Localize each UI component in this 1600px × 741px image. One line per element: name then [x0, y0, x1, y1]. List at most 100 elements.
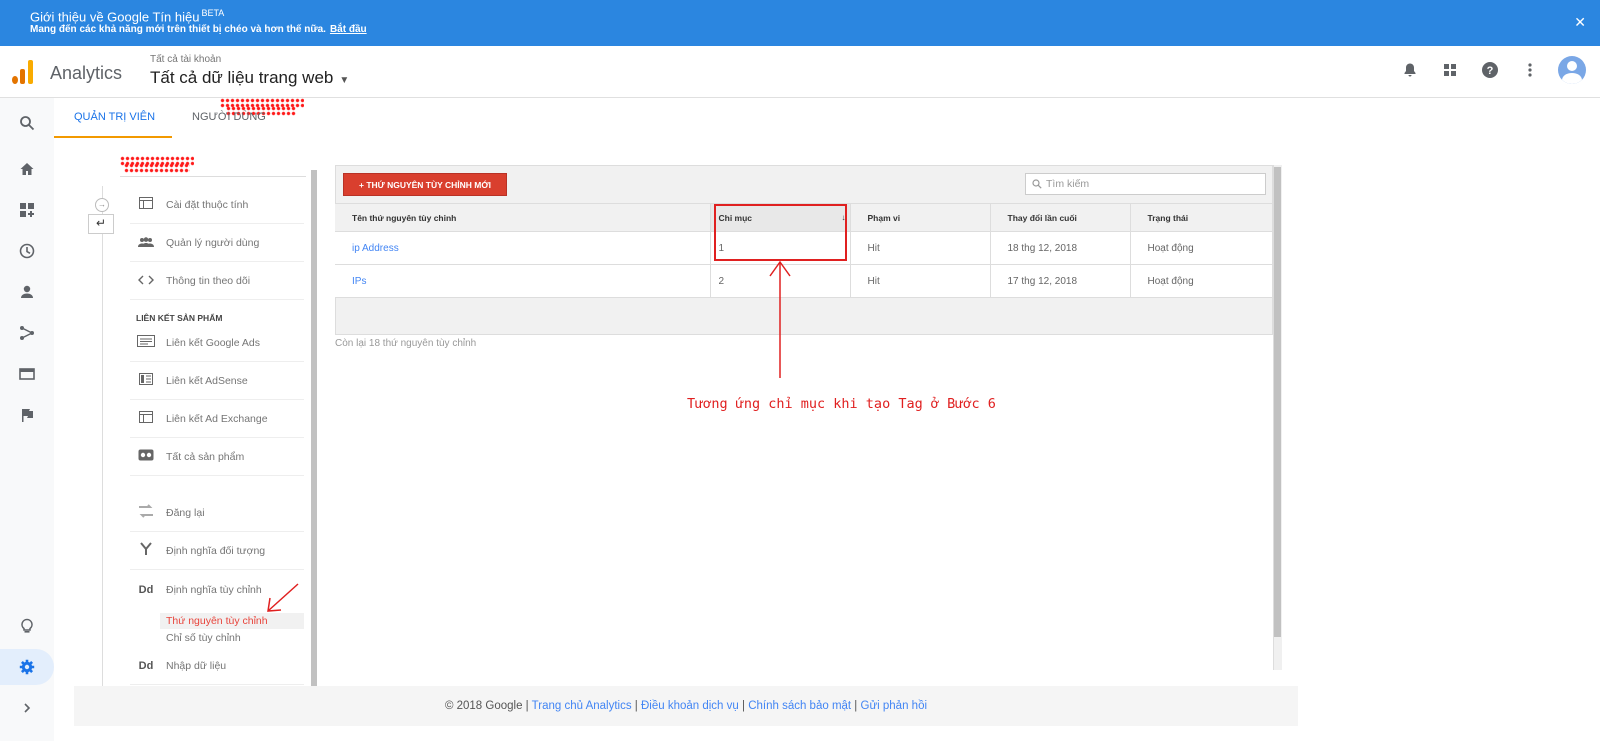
help-icon[interactable]: ?: [1478, 58, 1502, 82]
back-arrow-icon[interactable]: ↵: [88, 214, 114, 234]
copyright: © 2018 Google: [444, 700, 523, 712]
nav-custom-definitions[interactable]: Dd Định nghĩa tùy chỉnh: [130, 571, 304, 609]
column-header-name[interactable]: Tên thứ nguyên tùy chỉnh: [335, 203, 711, 232]
nav-ad-exchange-links[interactable]: Liên kết Ad Exchange: [130, 400, 304, 438]
adsense-icon: [136, 373, 156, 388]
dashboard-icon[interactable]: [12, 195, 42, 225]
nav-label: Tất cả sản phẩm: [166, 450, 245, 463]
app-header: Analytics Tất cả tài khoản Tất cả dữ liệ…: [0, 46, 1600, 116]
table-row: IPs 2 Hit 17 thg 12, 2018 Hoạt động: [335, 264, 1273, 298]
nav-label: Định nghĩa đối tượng: [166, 544, 266, 557]
bell-icon[interactable]: [1398, 58, 1422, 82]
account-breadcrumb[interactable]: Tất cả tài khoản: [150, 54, 221, 65]
people-icon: [136, 236, 156, 250]
left-rail: [0, 98, 54, 741]
ads-icon: [136, 335, 156, 350]
nav-label: Định nghĩa tùy chỉnh: [166, 584, 262, 596]
dimension-link[interactable]: IPs: [352, 276, 366, 287]
table-cell: 17 thg 12, 2018: [990, 264, 1131, 298]
close-icon[interactable]: ✕: [1574, 14, 1586, 31]
footer-link-terms[interactable]: Điều khoản dịch vụ: [641, 700, 739, 712]
audience-icon: [136, 542, 156, 559]
search-input[interactable]: Tìm kiếm: [1025, 173, 1266, 195]
header-actions: ?: [1398, 56, 1586, 84]
caret-down-icon: ▼: [339, 75, 350, 86]
table-cell: 2: [710, 264, 851, 298]
acquisition-icon[interactable]: [12, 318, 42, 348]
nav-label: Liên kết Google Ads: [166, 336, 260, 349]
nav-scrollbar[interactable]: [311, 170, 317, 686]
redaction-scribble: [124, 163, 190, 173]
search-icon: [1032, 174, 1042, 197]
nav-label: Quản lý người dùng: [166, 236, 260, 249]
footer: © 2018 Google | Trang chủ Analytics | Đi…: [74, 686, 1298, 726]
footer-link-feedback[interactable]: Gửi phản hồi: [861, 700, 928, 712]
arrow-right-icon: →: [95, 198, 109, 212]
nav-property-settings[interactable]: Cài đặt thuộc tính: [130, 186, 304, 224]
column-header-scope[interactable]: Phạm vi: [850, 203, 991, 232]
clock-icon[interactable]: [12, 236, 42, 266]
gear-icon[interactable]: [0, 649, 54, 685]
analytics-logo-icon[interactable]: [12, 60, 36, 84]
nav-label: Thông tin theo dõi: [166, 274, 251, 287]
code-icon: [136, 274, 156, 288]
divider: [120, 176, 306, 177]
apps-grid-icon[interactable]: [1438, 58, 1462, 82]
tab-users[interactable]: NGƯỜI DÙNG: [172, 98, 286, 138]
column-header-status[interactable]: Trạng thái: [1130, 203, 1273, 232]
search-placeholder: Tìm kiếm: [1046, 178, 1090, 190]
banner-title: Giới thiệu về Google Tín hiệu BETA: [30, 8, 225, 25]
nav-audience-definitions[interactable]: Định nghĩa đối tượng: [130, 532, 304, 570]
nav-custom-dimensions[interactable]: Thứ nguyên tùy chỉnh: [160, 613, 304, 629]
remaining-count: Còn lại 18 thứ nguyên tùy chỉnh: [335, 338, 477, 349]
dd-icon: Dd: [138, 584, 154, 596]
more-vert-icon[interactable]: [1518, 58, 1542, 82]
products-icon: [136, 449, 156, 464]
main-scrollbar[interactable]: [1274, 167, 1281, 637]
footer-link-privacy[interactable]: Chính sách bảo mật: [748, 700, 851, 712]
view-name: Tất cả dữ liệu trang web: [150, 68, 334, 87]
flag-icon[interactable]: [12, 400, 42, 430]
search-icon[interactable]: [12, 108, 42, 138]
beta-badge: BETA: [201, 8, 225, 18]
avatar[interactable]: [1558, 56, 1586, 84]
table-cell: Hoạt động: [1130, 231, 1273, 265]
behavior-icon[interactable]: [12, 359, 42, 389]
view-selector[interactable]: Tất cả dữ liệu trang web ▼: [150, 68, 349, 88]
person-icon[interactable]: [12, 277, 42, 307]
nav-label: Liên kết AdSense: [166, 374, 248, 387]
column-header-last-changed[interactable]: Thay đổi lần cuối: [990, 203, 1131, 232]
expand-icon[interactable]: [12, 693, 42, 723]
table-cell: 18 thg 12, 2018: [990, 231, 1131, 265]
section-heading-product-links: LIÊN KẾT SẢN PHẨM: [136, 313, 223, 323]
table-cell: ip Address: [335, 231, 711, 265]
home-icon[interactable]: [12, 154, 42, 184]
nav-label: Liên kết Ad Exchange: [166, 412, 268, 425]
nav-all-products[interactable]: Tất cả sản phẩm: [130, 438, 304, 476]
dd-icon: Dd: [138, 659, 154, 672]
brand-name: Analytics: [50, 63, 123, 83]
nav-remarketing[interactable]: Đăng lại: [130, 494, 304, 532]
nav-tracking-info[interactable]: Thông tin theo dõi: [130, 262, 304, 300]
nav-google-ads-links[interactable]: Liên kết Google Ads: [130, 324, 304, 362]
nav-label: Cài đặt thuộc tính: [166, 198, 249, 211]
nav-label: Đăng lại: [166, 506, 205, 519]
nav-adsense-links[interactable]: Liên kết AdSense: [130, 362, 304, 400]
nav-label: Nhập dữ liệu: [166, 659, 227, 672]
table-cell: IPs: [335, 264, 711, 298]
table-cell: Hit: [850, 231, 991, 265]
window-icon: [136, 197, 156, 212]
signals-banner: Giới thiệu về Google Tín hiệu BETA Mang đ…: [0, 0, 1600, 46]
table-cell: Hit: [850, 264, 991, 298]
tab-admin[interactable]: QUẢN TRỊ VIÊN: [54, 98, 172, 138]
banner-start-link[interactable]: Bắt đầu: [330, 24, 367, 35]
lightbulb-icon[interactable]: [12, 611, 42, 641]
nav-data-import[interactable]: Dd Nhập dữ liệu: [130, 647, 304, 685]
nav-custom-metrics[interactable]: Chỉ số tùy chỉnh: [160, 630, 304, 646]
annotation-note: Tương ứng chỉ mục khi tạo Tag ở Bước 6: [687, 396, 996, 412]
nav-user-management[interactable]: Quản lý người dùng: [130, 224, 304, 262]
footer-link-analytics-home[interactable]: Trang chủ Analytics: [532, 700, 632, 712]
new-custom-dimension-button[interactable]: + THỨ NGUYÊN TÙY CHỈNH MỚI: [343, 173, 507, 196]
svg-text:?: ?: [1487, 65, 1494, 77]
dimension-link[interactable]: ip Address: [352, 243, 399, 254]
